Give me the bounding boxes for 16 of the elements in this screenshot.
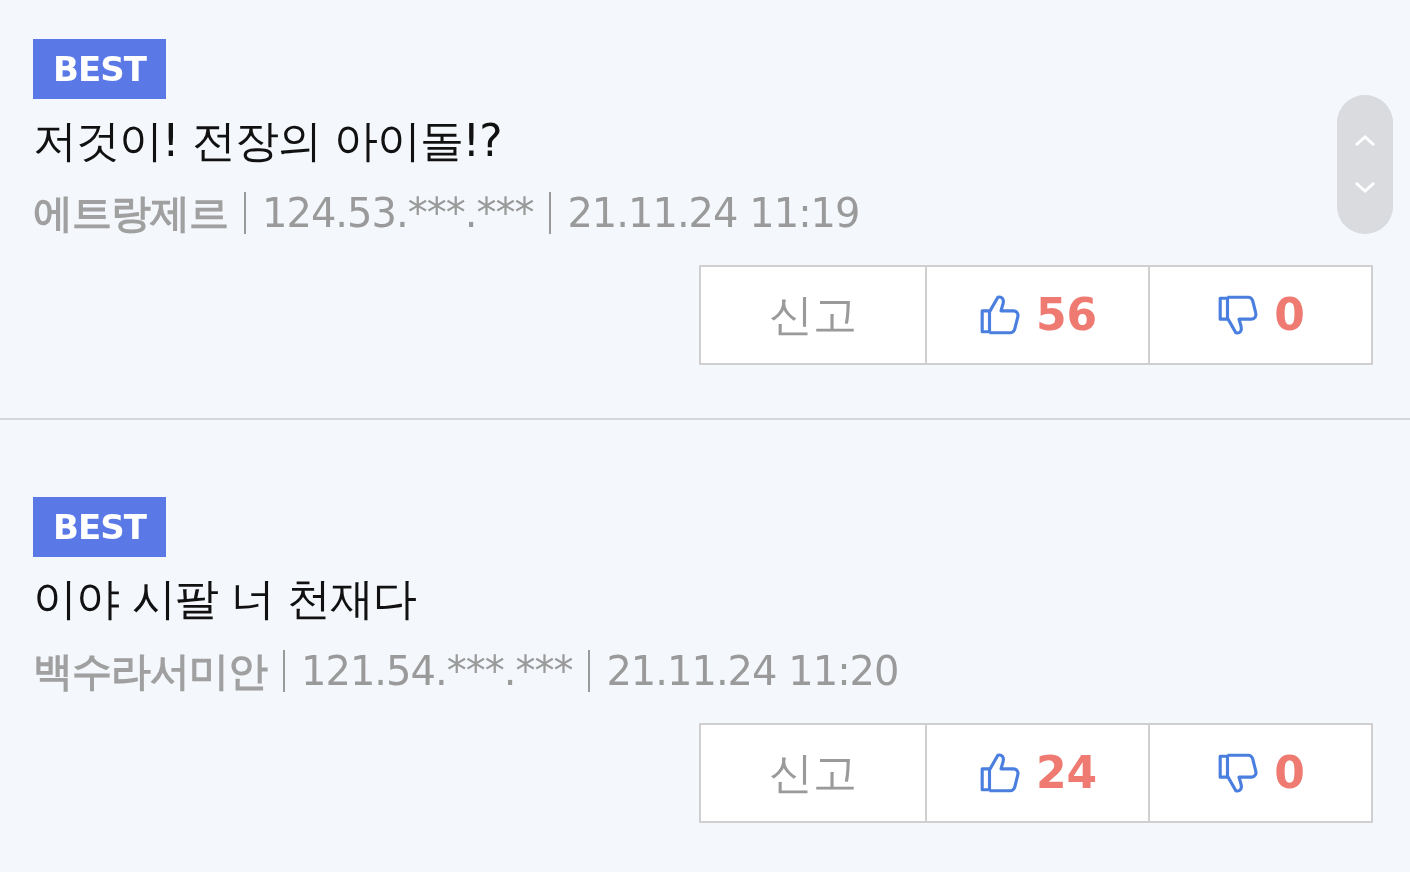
comment-date: 21.11.24 11:20 — [606, 647, 899, 696]
comment-date: 21.11.24 11:19 — [567, 189, 860, 238]
like-button[interactable]: 24 — [927, 723, 1150, 823]
author-name: 에트랑제르 — [33, 189, 228, 238]
best-badge: BEST — [33, 39, 166, 99]
report-button[interactable]: 신고 — [699, 265, 927, 365]
comment-text: 이야 시팔 너 천재다 — [33, 572, 417, 626]
report-button[interactable]: 신고 — [699, 723, 927, 823]
comment-text: 저것이! 전장의 아이돌!? — [33, 114, 503, 168]
best-badge: BEST — [33, 497, 166, 557]
dislike-button[interactable]: 0 — [1150, 723, 1373, 823]
ip-address: 124.53.***.*** — [262, 189, 534, 238]
like-button[interactable]: 56 — [927, 265, 1150, 365]
dislike-button[interactable]: 0 — [1150, 265, 1373, 365]
ip-address: 121.54.***.*** — [301, 647, 573, 696]
author-name: 백수라서미안 — [33, 647, 267, 696]
